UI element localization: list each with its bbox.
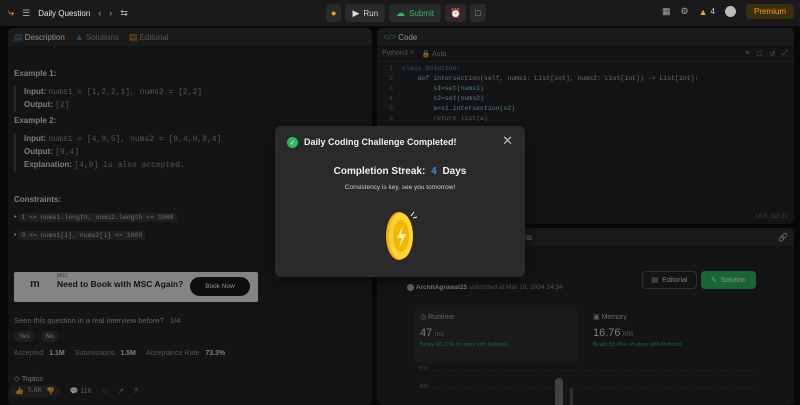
coin-icon bbox=[386, 211, 418, 260]
logo-icon[interactable]: ⤷ bbox=[8, 7, 14, 20]
streak-counter[interactable]: ▲ 4 bbox=[699, 7, 715, 17]
streak-label: Completion Streak: bbox=[333, 166, 426, 177]
avatar[interactable] bbox=[724, 6, 736, 17]
run-label: Run bbox=[363, 8, 379, 18]
submit-button[interactable]: ☁ Submit bbox=[389, 4, 441, 22]
problem-list-icon[interactable]: ☰ bbox=[22, 8, 30, 19]
debug-button[interactable]: ● bbox=[326, 4, 342, 22]
next-arrow-icon[interactable]: › bbox=[109, 8, 112, 18]
alarm-icon: ⏰ bbox=[449, 7, 462, 18]
streak-count: 4 bbox=[710, 7, 715, 16]
fire-icon: ▲ bbox=[698, 6, 708, 17]
prev-arrow-icon[interactable]: ‹ bbox=[98, 8, 101, 18]
streak-message: Consistency is key, see you tomorrow! bbox=[344, 184, 456, 191]
settings-icon[interactable]: ⚙ bbox=[681, 6, 689, 17]
problem-list-label[interactable]: Daily Question bbox=[38, 9, 90, 18]
layout-icon[interactable]: ▦ bbox=[662, 6, 671, 17]
modal-title: Daily Coding Challenge Completed! bbox=[304, 137, 457, 147]
premium-button[interactable]: Premium bbox=[745, 4, 794, 19]
close-icon[interactable]: ✕ bbox=[502, 133, 513, 149]
bug-icon: ● bbox=[331, 8, 337, 18]
shuffle-icon[interactable]: ⇆ bbox=[120, 8, 128, 19]
top-bar: ⤷ ☰ Daily Question ‹ › ⇆ ● ▶ Run ☁ Submi… bbox=[0, 0, 800, 26]
streak-unit: Days bbox=[442, 166, 467, 177]
play-icon: ▶ bbox=[352, 7, 360, 18]
timer-button[interactable]: ⏰ bbox=[444, 4, 467, 22]
streak-line: Completion Streak: 4 Days bbox=[275, 166, 525, 177]
completion-modal: ✓ Daily Coding Challenge Completed! ✕ Co… bbox=[275, 126, 525, 277]
submit-label: Submit bbox=[409, 8, 434, 18]
check-circle-icon: ✓ bbox=[287, 137, 298, 148]
run-button[interactable]: ▶ Run bbox=[345, 4, 386, 22]
streak-value: 4 bbox=[431, 166, 437, 177]
cloud-upload-icon: ☁ bbox=[396, 7, 406, 18]
notes-button[interactable]: □ bbox=[470, 4, 486, 22]
note-icon: □ bbox=[475, 8, 481, 18]
